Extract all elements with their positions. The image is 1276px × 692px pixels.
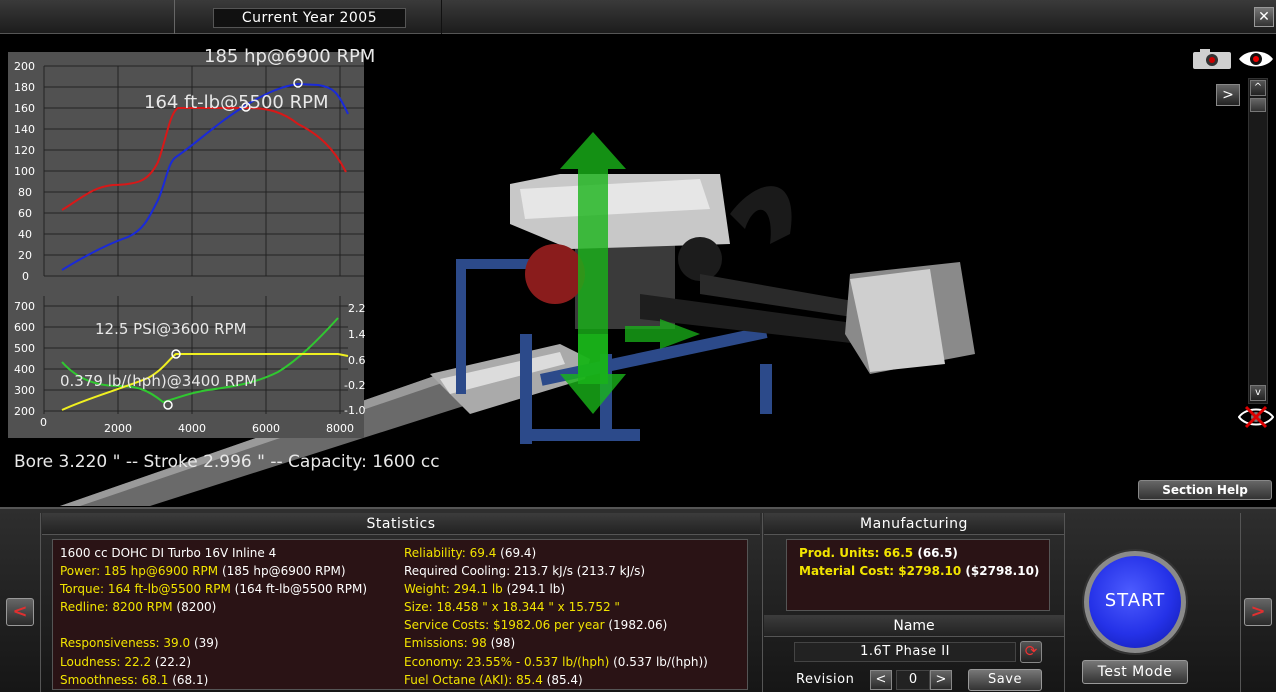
bottom-panel: < > Statistics 1600 cc DOHC DI Turbo 16V… bbox=[0, 507, 1276, 692]
scroll-up-button[interactable]: ^ bbox=[1250, 80, 1266, 96]
section-help-button[interactable]: Section Help bbox=[1138, 480, 1272, 500]
y-tick-200: 200 bbox=[14, 60, 35, 73]
x-tick-6000: 6000 bbox=[252, 422, 280, 435]
power-peak-label: 185 hp@6900 RPM bbox=[204, 46, 376, 67]
engine-viewport[interactable]: 200 180 160 140 120 100 80 60 40 20 0 18… bbox=[0, 34, 1276, 506]
view-scrollbar[interactable]: ^ v bbox=[1248, 78, 1268, 404]
bsfc-min-marker bbox=[163, 400, 173, 410]
y-tick-140: 140 bbox=[14, 123, 35, 136]
stat-reliability: Reliability: 69.4 (69.4) bbox=[404, 546, 537, 560]
stat-redline: Redline: 8200 RPM (8200) bbox=[60, 600, 217, 614]
stat-fuel-octane: Fuel Octane (AKI): 85.4 (85.4) bbox=[404, 673, 583, 687]
stat-economy: Economy: 23.55% - 0.537 lb/(hph) (0.537 … bbox=[404, 655, 708, 669]
y-tick-0: 0 bbox=[22, 270, 29, 283]
manufacturing-panel: Prod. Units: 66.5 (66.5) Material Cost: … bbox=[786, 539, 1050, 611]
eye-icon[interactable] bbox=[1238, 48, 1274, 70]
top-bar: Current Year 2005 ✕ bbox=[0, 0, 1276, 34]
stat-engine-description: 1600 cc DOHC DI Turbo 16V Inline 4 bbox=[60, 546, 277, 560]
y-tick-right-0-6: 0.6 bbox=[348, 354, 366, 367]
bore-stroke-capacity: Bore 3.220 " -- Stroke 2.996 " -- Capaci… bbox=[14, 452, 440, 472]
stat-weight: Weight: 294.1 lb (294.1 lb) bbox=[404, 582, 566, 596]
next-section-button[interactable]: > bbox=[1244, 598, 1272, 626]
boost-economy-graph: 700 600 500 400 300 200 2.2 1.4 0.6 -0.2… bbox=[8, 290, 366, 438]
y-tick-40: 40 bbox=[18, 228, 32, 241]
y-tick-20: 20 bbox=[18, 249, 32, 262]
stat-loudness: Loudness: 22.2 (22.2) bbox=[60, 655, 192, 669]
test-mode-button[interactable]: Test Mode bbox=[1082, 660, 1188, 684]
manufacturing-header: Manufacturing bbox=[764, 513, 1064, 535]
y-tick-right-neg-1-0: -1.0 bbox=[344, 404, 366, 417]
stat-size: Size: 18.458 " x 18.344 " x 15.752 " bbox=[404, 600, 620, 614]
camera-icon[interactable] bbox=[1192, 48, 1232, 70]
y-tick-180: 180 bbox=[14, 81, 35, 94]
revision-label: Revision bbox=[796, 672, 855, 687]
start-button[interactable]: START bbox=[1084, 551, 1186, 653]
stat-responsiveness: Responsiveness: 39.0 (39) bbox=[60, 636, 219, 650]
current-year-label: Current Year 2005 bbox=[213, 8, 406, 28]
y-tick-200-left: 200 bbox=[14, 405, 35, 418]
close-button[interactable]: ✕ bbox=[1254, 7, 1274, 27]
boost-economy-plot bbox=[43, 296, 349, 414]
divider bbox=[1240, 513, 1241, 692]
y-tick-500: 500 bbox=[14, 342, 35, 355]
engine-name-input[interactable]: 1.6T Phase II bbox=[794, 642, 1016, 662]
y-tick-400: 400 bbox=[14, 363, 35, 376]
y-tick-right-1-4: 1.4 bbox=[348, 328, 366, 341]
y-tick-160: 160 bbox=[14, 102, 35, 115]
statistics-panel: 1600 cc DOHC DI Turbo 16V Inline 4 Power… bbox=[52, 539, 748, 690]
material-cost: Material Cost: $2798.10 ($2798.10) bbox=[799, 564, 1040, 578]
revision-value: 0 bbox=[896, 670, 930, 690]
power-torque-plot bbox=[43, 65, 364, 277]
refresh-name-button[interactable]: ⟳ bbox=[1020, 641, 1042, 663]
y-tick-300: 300 bbox=[14, 384, 35, 397]
y-tick-60: 60 bbox=[18, 207, 32, 220]
scroll-down-button[interactable]: v bbox=[1250, 385, 1266, 401]
x-tick-4000: 4000 bbox=[178, 422, 206, 435]
y-tick-80: 80 bbox=[18, 186, 32, 199]
stat-service-costs: Service Costs: $1982.06 per year (1982.0… bbox=[404, 618, 668, 632]
power-torque-graph: 200 180 160 140 120 100 80 60 40 20 0 bbox=[8, 52, 364, 290]
divider bbox=[40, 513, 41, 692]
stat-required-cooling: Required Cooling: 213.7 kJ/s (213.7 kJ/s… bbox=[404, 564, 646, 578]
divider bbox=[1064, 513, 1065, 692]
name-header: Name bbox=[764, 615, 1064, 637]
statistics-header: Statistics bbox=[42, 513, 760, 535]
refresh-icon: ⟳ bbox=[1024, 642, 1038, 660]
stat-power: Power: 185 hp@6900 RPM (185 hp@6900 RPM) bbox=[60, 564, 346, 578]
stat-smoothness: Smoothness: 68.1 (68.1) bbox=[60, 673, 209, 687]
y-tick-right-2-2: 2.2 bbox=[348, 302, 366, 315]
boost-peak-label: 12.5 PSI@3600 RPM bbox=[95, 320, 247, 338]
x-tick-0: 0 bbox=[40, 416, 47, 429]
y-tick-600: 600 bbox=[14, 321, 35, 334]
previous-section-button[interactable]: < bbox=[6, 598, 34, 626]
hide-eye-icon[interactable] bbox=[1238, 404, 1274, 430]
y-tick-right-neg-0-2: -0.2 bbox=[344, 379, 366, 392]
stat-emissions: Emissions: 98 (98) bbox=[404, 636, 516, 650]
torque-curve bbox=[61, 107, 347, 211]
expand-panel-button[interactable]: > bbox=[1216, 84, 1240, 106]
divider bbox=[762, 513, 763, 692]
save-button[interactable]: Save bbox=[968, 669, 1042, 691]
y-tick-700: 700 bbox=[14, 300, 35, 313]
scroll-thumb[interactable] bbox=[1250, 98, 1266, 112]
revision-increment-button[interactable]: > bbox=[930, 670, 952, 690]
x-tick-2000: 2000 bbox=[104, 422, 132, 435]
y-tick-120: 120 bbox=[14, 144, 35, 157]
y-tick-100: 100 bbox=[14, 165, 35, 178]
x-tick-8000: 8000 bbox=[326, 422, 354, 435]
bsfc-label: 0.379 lb/(hph)@3400 RPM bbox=[60, 372, 258, 390]
stat-torque: Torque: 164 ft-lb@5500 RPM (164 ft-lb@55… bbox=[60, 582, 368, 596]
production-units: Prod. Units: 66.5 (66.5) bbox=[799, 546, 958, 560]
revision-decrement-button[interactable]: < bbox=[870, 670, 892, 690]
torque-peak-label: 164 ft-lb@5500 RPM bbox=[144, 92, 329, 113]
